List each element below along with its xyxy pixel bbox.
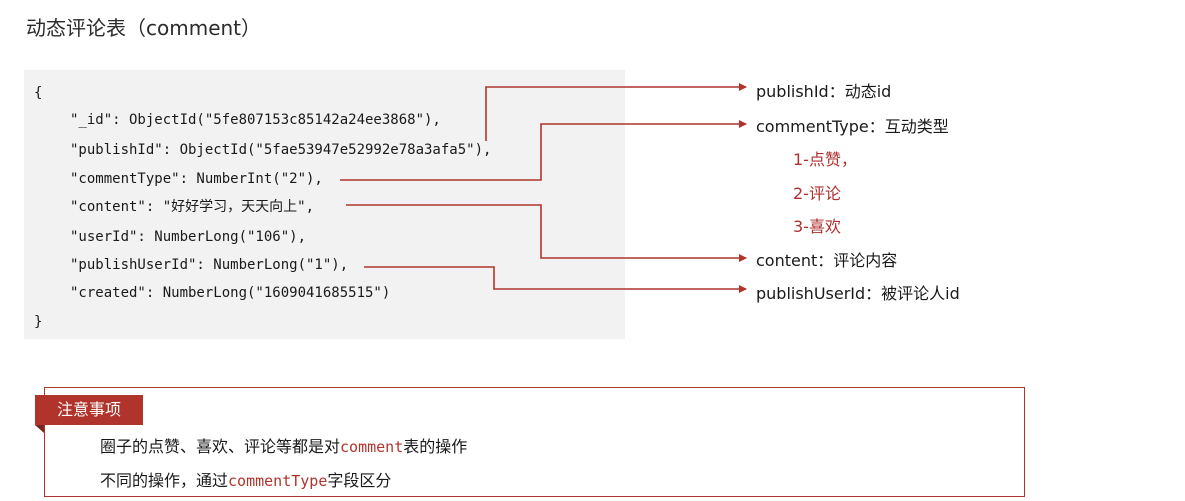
label-content: content：评论内容 (756, 251, 898, 270)
note-line-1: 圈子的点赞、喜欢、评论等都是对comment表的操作 (100, 433, 467, 457)
note-tag-fold (35, 425, 44, 433)
note-line-2: 不同的操作，通过commentType字段区分 (100, 467, 391, 491)
arrow-publishid (485, 83, 747, 141)
note-line-2-suffix: 字段区分 (327, 471, 392, 490)
label-publishid: publishId：动态id (756, 82, 892, 101)
label-publishuserid: publishUserId：被评论人id (756, 284, 960, 303)
note-line-2-code: commentType (228, 472, 328, 490)
note-tag: 注意事项 (35, 395, 143, 425)
arrow-commenttype (340, 120, 747, 181)
note-line-1-suffix: 表的操作 (403, 437, 468, 456)
note-line-1-prefix: 圈子的点赞、喜欢、评论等都是对 (100, 437, 341, 456)
comment-type-love: 3-喜欢 (793, 217, 841, 236)
label-commenttype: commentType：互动类型 (756, 117, 949, 136)
comment-type-like: 1-点赞， (793, 150, 857, 169)
comment-type-comment: 2-评论 (793, 184, 841, 203)
arrow-publishuserid (364, 266, 747, 293)
note-line-1-code: comment (340, 438, 404, 456)
arrow-content (346, 204, 747, 262)
note-line-2-prefix: 不同的操作，通过 (100, 471, 229, 490)
